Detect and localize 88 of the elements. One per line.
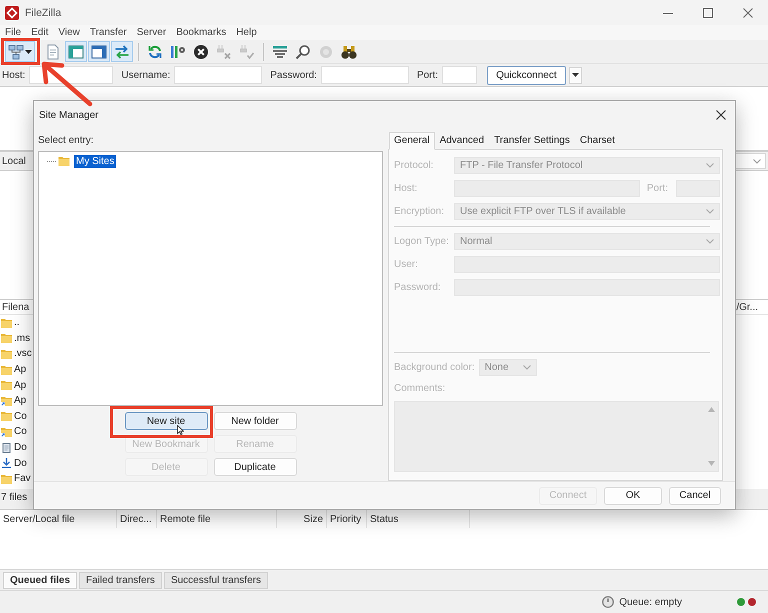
folder-icon [1,474,12,484]
file-name[interactable]: Do [14,442,27,454]
file-name[interactable]: Co [14,426,27,438]
folder-icon [1,411,12,422]
file-name[interactable]: Co [14,410,27,422]
close-icon[interactable] [716,110,726,120]
path-label: Local [2,156,26,166]
file-name[interactable]: .ms [14,332,30,344]
tab[interactable]: Successful transfers [164,572,268,589]
document-icon [1,442,12,453]
maximize-icon[interactable] [703,8,713,18]
dialog-title: Site Manager [39,110,98,120]
input-field[interactable] [174,66,262,84]
field-label: Host: [394,183,418,194]
field-label: Username: [121,70,170,80]
queue-status: Queue: empty [619,596,682,608]
menu-item[interactable]: Server [132,25,172,40]
field-label: Password: [270,70,317,80]
pane-status: 7 files [1,492,28,502]
chevron-down-icon [706,209,714,214]
file-name[interactable]: .. [14,317,20,328]
folder-icon [1,333,12,344]
download-icon [1,458,12,468]
toolbar-button[interactable] [5,41,35,62]
dialog-button[interactable]: OK [604,486,662,504]
chevron-down-icon [753,158,761,164]
menu-item[interactable]: Bookmarks [171,25,232,40]
field-label: Logon Type: [394,236,450,247]
field-label: Password: [394,282,442,293]
document-icon[interactable] [45,44,61,60]
menu-item[interactable]: Transfer [84,25,132,40]
column-header[interactable]: Filena [2,302,30,312]
cancel-icon[interactable] [193,44,209,60]
dialog-button[interactable]: New folder [214,412,296,430]
dropdown-button[interactable] [568,66,582,84]
chevron-down-icon [706,239,714,244]
dialog-button[interactable]: Duplicate [214,458,296,476]
field-label: Encryption: [394,206,446,217]
field-label: Port: [646,183,668,194]
tab[interactable]: Failed transfers [79,572,162,589]
quickconnect-button[interactable]: Quickconnect [487,66,566,84]
chevron-down-icon [706,163,714,168]
input-field[interactable] [442,66,478,84]
folder-icon [58,156,70,166]
caret-icon [25,50,32,54]
app-logo-icon [5,6,19,20]
close-icon[interactable] [743,8,753,18]
folder-icon [1,364,12,375]
tab[interactable]: Transfer Settings [489,132,575,150]
tab[interactable]: Advanced [434,132,490,150]
file-name[interactable]: .vsc [14,348,32,360]
file-name[interactable]: Fav [14,473,31,484]
input-field[interactable] [320,66,409,84]
folder-icon [1,348,12,359]
magnifier-icon[interactable] [295,44,311,60]
bars-icon[interactable] [170,44,186,60]
column-header[interactable]: /Gr... [736,302,758,312]
binoculars-icon[interactable] [341,44,357,60]
window-title: FileZilla [25,6,62,18]
file-name[interactable]: Ap [14,395,26,406]
dialog-button[interactable]: New site [124,412,208,430]
folder-icon [1,318,12,328]
filter-lines-icon[interactable] [272,44,288,60]
dialog-button[interactable]: Cancel [669,486,721,504]
file-name[interactable]: Ap [14,364,26,376]
field-label: User: [394,259,419,270]
file-name[interactable]: Do [14,458,27,469]
field-label: Protocol: [394,160,434,171]
gauge-icon [602,596,614,608]
cursor-icon [176,425,184,435]
menu-item[interactable]: Help [231,25,262,40]
field-label: Comments: [394,383,446,394]
menu-item[interactable]: Edit [26,25,54,40]
tab[interactable]: Charset [574,132,620,150]
field-label: Background color: [394,362,475,373]
tab[interactable]: General [389,132,435,150]
caret-icon [572,73,579,77]
chevron-down-icon [522,365,531,370]
tab[interactable]: Queued files [3,572,78,589]
menu-item[interactable]: View [53,25,85,40]
field-label: Host: [2,70,26,80]
refresh-icon[interactable] [147,44,163,60]
tree-item[interactable]: My Sites [74,154,116,168]
field-label: Port: [416,70,438,80]
file-name[interactable]: Ap [14,380,26,391]
field-label: Select entry: [38,134,94,146]
menu-item[interactable]: File [0,25,26,40]
folder-icon [1,380,12,390]
